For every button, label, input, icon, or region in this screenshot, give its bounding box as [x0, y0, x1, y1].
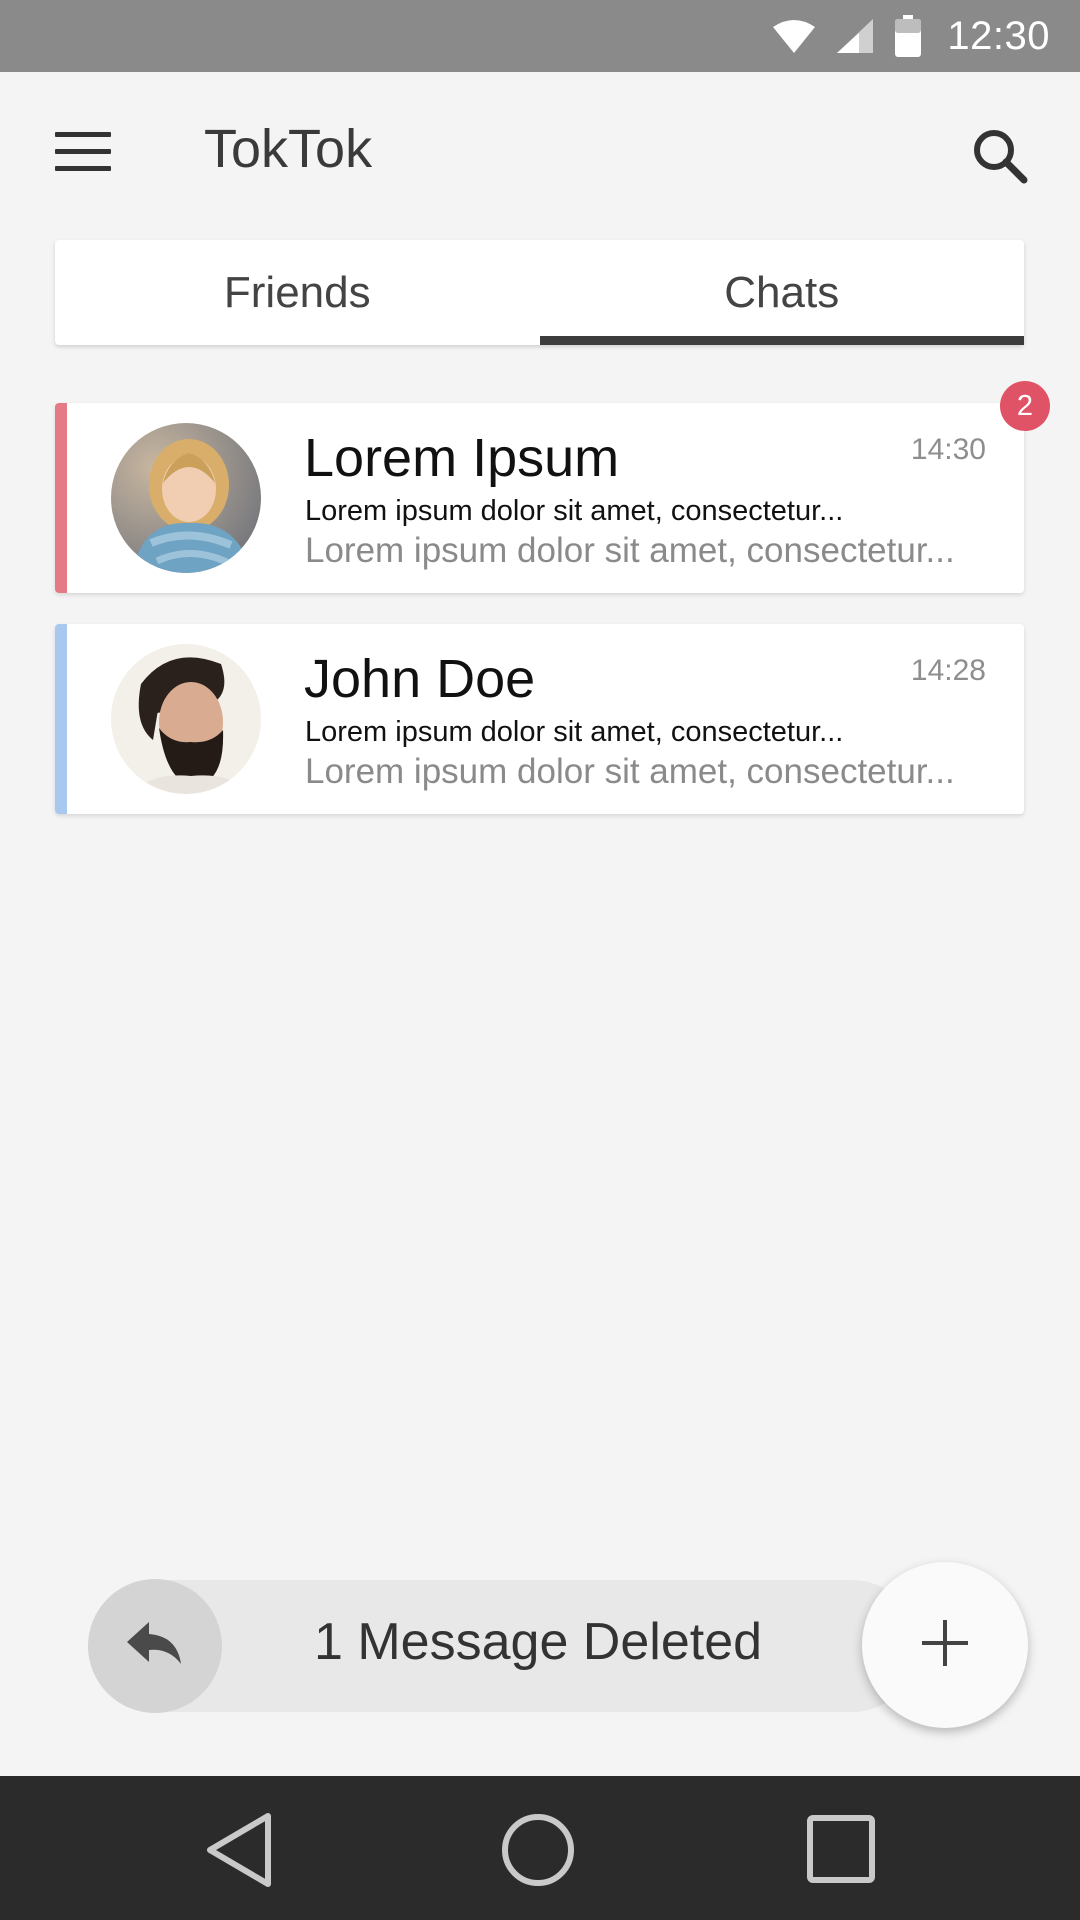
chat-accent: [55, 403, 67, 593]
snackbar-message: 1 Message Deleted: [314, 1613, 763, 1671]
chat-accent: [55, 624, 67, 814]
undo-button[interactable]: [88, 1579, 222, 1713]
wifi-icon: [773, 19, 816, 53]
back-icon[interactable]: [202, 1812, 278, 1888]
snackbar: 1 Message Deleted: [88, 1579, 918, 1713]
app-title: TokTok: [204, 119, 373, 179]
reply-icon: [127, 1621, 183, 1671]
battery-icon: [895, 15, 922, 57]
chat-preview-line: Lorem ipsum dolor sit amet, consectetur.…: [305, 495, 844, 527]
system-nav-bar: [0, 1776, 1080, 1920]
recents-icon[interactable]: [804, 1812, 880, 1888]
home-icon[interactable]: [500, 1812, 576, 1888]
search-icon[interactable]: [970, 126, 1030, 186]
chat-name: Lorem Ipsum: [304, 428, 620, 488]
chat-preview-line-secondary: Lorem ipsum dolor sit amet, consectetur.…: [305, 752, 955, 791]
chat-item[interactable]: John Doe 14:28 Lorem ipsum dolor sit ame…: [55, 624, 1024, 814]
avatar: [111, 644, 261, 794]
avatar: [111, 423, 261, 573]
chat-time: 14:28: [910, 654, 986, 687]
chat-preview-line-secondary: Lorem ipsum dolor sit amet, consectetur.…: [305, 531, 955, 570]
chat-item[interactable]: Lorem Ipsum 14:30 Lorem ipsum dolor sit …: [55, 403, 1024, 593]
chat-time: 14:30: [910, 433, 986, 466]
chat-name: John Doe: [304, 649, 536, 709]
add-button[interactable]: [862, 1562, 1028, 1728]
status-time: 12:30: [947, 13, 1050, 58]
app-bar: TokTok: [0, 72, 1080, 232]
plus-icon: [922, 1619, 968, 1671]
chat-preview-line: Lorem ipsum dolor sit amet, consectetur.…: [305, 716, 844, 748]
tab-friends[interactable]: Friends: [55, 240, 540, 345]
unread-badge: 2: [1000, 381, 1050, 431]
tab-chats[interactable]: Chats: [539, 240, 1025, 345]
signal-icon: [837, 19, 874, 53]
menu-icon[interactable]: [55, 132, 111, 172]
tab-bar: Friends Chats: [55, 240, 1024, 345]
status-bar: 12:30: [0, 0, 1080, 72]
